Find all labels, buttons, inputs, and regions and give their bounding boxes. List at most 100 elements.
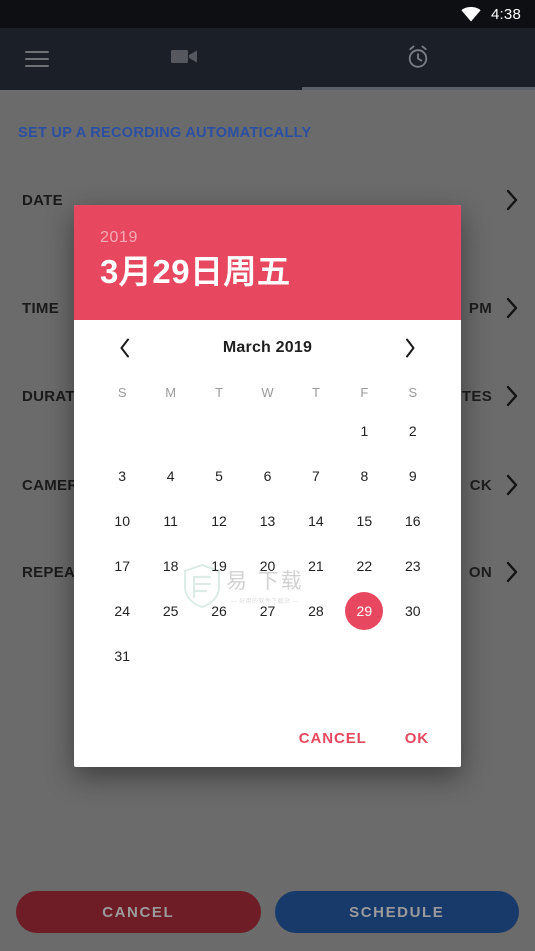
calendar-day[interactable]: 2 xyxy=(389,408,437,453)
row-label-time: TIME xyxy=(22,299,60,317)
chevron-right-icon xyxy=(506,561,519,583)
day-of-week-header: S xyxy=(117,384,127,400)
calendar-day-number: 7 xyxy=(312,467,320,484)
alarm-clock-icon xyxy=(405,44,431,75)
calendar-day[interactable]: 12 xyxy=(195,498,243,543)
calendar-day-number: 3 xyxy=(118,467,127,484)
calendar-day-number: 18 xyxy=(162,557,179,574)
calendar-day-number: 4 xyxy=(166,467,175,484)
calendar-day-number: 14 xyxy=(308,512,324,529)
calendar-day[interactable]: 16 xyxy=(389,498,437,543)
calendar-day-number: 27 xyxy=(259,602,276,619)
calendar-day-number: 30 xyxy=(404,602,421,619)
calendar-day[interactable]: 24 xyxy=(98,588,146,633)
calendar-day-number: 13 xyxy=(259,512,276,529)
calendar-day-number: 8 xyxy=(360,467,369,484)
schedule-button[interactable]: SCHEDULE xyxy=(274,891,519,933)
calendar-day[interactable]: 20 xyxy=(243,543,291,588)
calendar-day[interactable]: 3 xyxy=(98,453,146,498)
calendar-day[interactable]: 26 xyxy=(195,588,243,633)
calendar-day[interactable]: 1 xyxy=(340,408,388,453)
calendar-day-empty xyxy=(389,633,437,678)
calendar-week-row: 24 25 26 27 28 29 30 xyxy=(98,588,437,633)
calendar-day-number: 10 xyxy=(114,512,130,529)
calendar-month-label: March 2019 xyxy=(222,339,313,356)
calendar-day[interactable]: 22 xyxy=(340,543,388,588)
selected-date-label[interactable]: 3月29日周五 xyxy=(100,253,435,291)
calendar-day-empty xyxy=(243,633,291,678)
cancel-button[interactable]: CANCEL xyxy=(16,891,261,933)
calendar-day[interactable]: 9 xyxy=(389,453,437,498)
row-value-camera: CK xyxy=(469,476,492,494)
hamburger-menu-icon[interactable] xyxy=(6,28,68,90)
dialog-ok-button[interactable]: OK xyxy=(403,724,431,753)
calendar-day[interactable]: 15 xyxy=(340,498,388,543)
calendar-day-number: 11 xyxy=(163,512,178,529)
tab-group xyxy=(68,28,535,90)
calendar-day-number: 6 xyxy=(263,467,272,484)
calendar-day-number: 15 xyxy=(356,512,373,529)
calendar-day-selected[interactable]: 29 xyxy=(340,588,388,633)
calendar-day[interactable]: 18 xyxy=(146,543,194,588)
app-root: 4:38 SET UP A RECORDING AUTOMATICALLY DA… xyxy=(0,0,535,951)
calendar-day-empty xyxy=(292,408,340,453)
chevron-left-icon[interactable] xyxy=(110,333,140,363)
calendar-grid: SMTWTFS 1 2 3 4 5 6 7 8 9 10 11 12 13 14 15 16 17 18 19 20 2… xyxy=(74,376,461,709)
row-value-time: PM xyxy=(468,299,492,317)
calendar-day[interactable]: 21 xyxy=(292,543,340,588)
calendar-day[interactable]: 30 xyxy=(389,588,437,633)
calendar-day-empty xyxy=(146,633,194,678)
calendar-day-number: 25 xyxy=(162,602,179,619)
calendar-day[interactable]: 17 xyxy=(98,543,146,588)
calendar-day[interactable]: 27 xyxy=(243,588,291,633)
calendar-day[interactable]: 11 xyxy=(146,498,194,543)
calendar-day-empty xyxy=(243,408,291,453)
calendar-day-number: 2 xyxy=(408,422,417,439)
status-bar-time: 4:38 xyxy=(491,5,521,23)
calendar-days: 1 2 3 4 5 6 7 8 9 10 11 12 13 14 15 16 17 18 19 20 21 22 23 24 2… xyxy=(98,408,437,678)
calendar-day-number: 31 xyxy=(114,647,130,664)
calendar-day-empty xyxy=(292,633,340,678)
calendar-day-headers: SMTWTFS xyxy=(98,376,437,408)
calendar-day[interactable]: 23 xyxy=(389,543,437,588)
calendar-day[interactable]: 14 xyxy=(292,498,340,543)
calendar-nav: March 2019 xyxy=(74,320,461,376)
calendar-day[interactable]: 4 xyxy=(146,453,194,498)
calendar-day-number: 24 xyxy=(114,602,130,619)
chevron-right-icon xyxy=(506,297,519,319)
calendar-day[interactable]: 8 xyxy=(340,453,388,498)
calendar-day[interactable]: 5 xyxy=(195,453,243,498)
calendar-day-empty xyxy=(98,408,146,453)
day-of-week-header: M xyxy=(165,384,177,400)
calendar-day[interactable]: 25 xyxy=(146,588,194,633)
calendar-day[interactable]: 13 xyxy=(243,498,291,543)
calendar-day[interactable]: 6 xyxy=(243,453,291,498)
tab-video-recorder[interactable] xyxy=(68,28,302,90)
calendar-day-number: 23 xyxy=(404,557,421,574)
calendar-day-number: 20 xyxy=(259,557,276,574)
selected-year[interactable]: 2019 xyxy=(100,229,435,247)
day-of-week-header: S xyxy=(408,384,418,400)
chevron-right-icon[interactable] xyxy=(395,333,425,363)
video-camera-icon xyxy=(171,47,198,71)
calendar-day-number: 9 xyxy=(408,467,417,484)
calendar-day[interactable]: 10 xyxy=(98,498,146,543)
calendar-day[interactable]: 28 xyxy=(292,588,340,633)
calendar-day[interactable]: 19 xyxy=(195,543,243,588)
dialog-cancel-button[interactable]: CANCEL xyxy=(297,724,369,753)
wifi-icon xyxy=(461,6,481,22)
day-of-week-header: W xyxy=(261,384,274,400)
calendar-day[interactable]: 31 xyxy=(98,633,146,678)
tab-scheduled-alarm[interactable] xyxy=(301,28,535,90)
row-label-date: DATE xyxy=(22,191,63,209)
calendar-day[interactable]: 7 xyxy=(292,453,340,498)
calendar-week-row: 17 18 19 20 21 22 23 xyxy=(98,543,437,588)
calendar-week-row: 12 xyxy=(98,408,437,453)
calendar-day-number: 16 xyxy=(404,512,421,529)
calendar-day-number: 12 xyxy=(211,512,227,529)
calendar-day-number: 5 xyxy=(215,467,223,484)
calendar-day-empty xyxy=(195,633,243,678)
date-picker-header: 2019 3月29日周五 xyxy=(74,205,461,320)
app-bar xyxy=(0,28,535,90)
calendar-day-number: 22 xyxy=(356,557,373,574)
